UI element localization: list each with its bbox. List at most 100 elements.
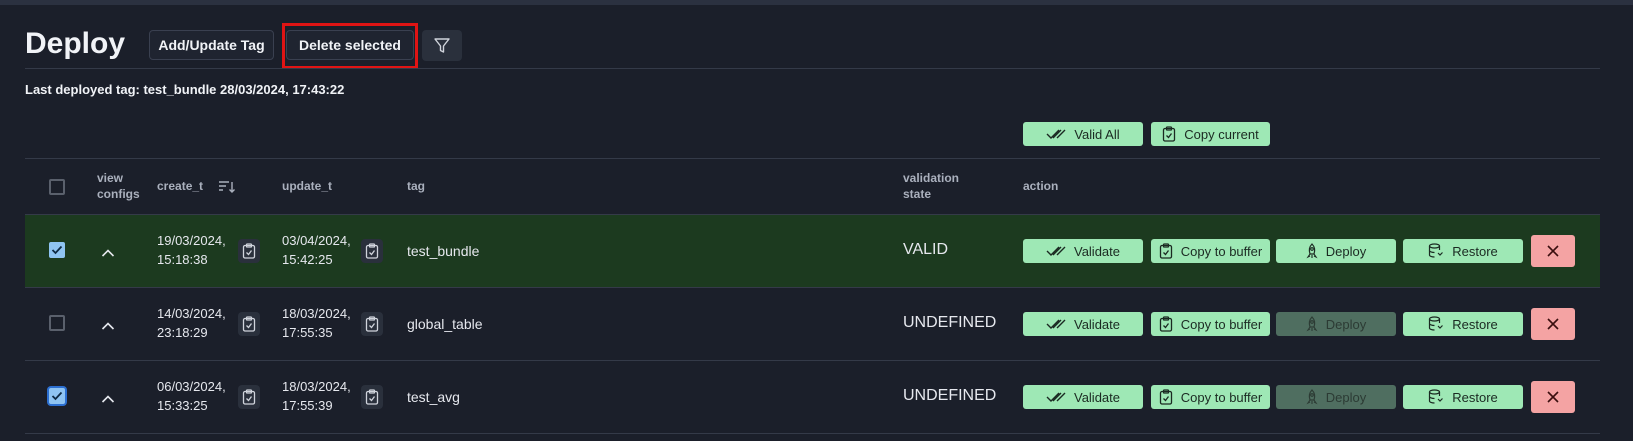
tag-name: test_avg [407,389,460,405]
double-check-icon [1046,319,1066,329]
column-validation-state-line2: state [903,187,932,201]
close-icon [1547,391,1559,403]
column-view-configs-line1: view [97,171,124,185]
copy-current-button[interactable]: Copy current [1151,122,1270,146]
delete-row-button[interactable] [1531,381,1575,413]
table-row: 06/03/2024, 15:33:25 18/03/2024, 17:55:39 te… [25,361,1600,434]
view-configs-toggle[interactable] [101,245,115,257]
toolbar-divider [25,158,1600,159]
delete-row-button[interactable] [1531,235,1575,267]
restore-button[interactable]: Restore [1403,312,1523,336]
copy-to-buffer-button[interactable]: Copy to buffer [1151,239,1270,263]
check-icon [51,391,63,401]
restore-label: Restore [1452,243,1498,259]
chevron-up-icon [101,249,115,257]
database-restore-icon [1429,243,1444,258]
row-checkbox[interactable] [49,388,65,404]
copy-create-time-button[interactable] [238,385,260,409]
restore-button[interactable]: Restore [1403,239,1523,263]
clipboard-icon [242,389,256,405]
rocket-icon [1306,243,1318,259]
validation-state: VALID [903,241,949,258]
copy-to-buffer-label: Copy to buffer [1180,389,1263,405]
clipboard-icon [1159,243,1172,259]
update-date-line: 03/04/2024, [282,233,351,248]
validate-label: Validate [1073,316,1120,332]
clipboard-icon [365,243,379,259]
create-date-line: 19/03/2024, [157,233,226,248]
column-validation-state-line1: validation [903,171,960,185]
copy-create-time-button[interactable] [238,239,260,263]
select-all-checkbox[interactable] [49,179,65,195]
create-time: 19/03/2024, 15:18:38 [157,231,226,269]
column-view-configs: view configs [97,170,140,202]
validate-label: Validate [1073,389,1120,405]
copy-current-label: Copy current [1184,126,1259,142]
rocket-icon [1306,316,1318,332]
update-time-line: 15:42:25 [282,252,333,267]
copy-to-buffer-button[interactable]: Copy to buffer [1151,312,1270,336]
column-create-t[interactable]: create_t [157,178,203,194]
clipboard-icon [365,389,379,405]
update-time: 03/04/2024, 15:42:25 [282,231,351,269]
clipboard-icon [242,243,256,259]
header-divider [25,68,1600,69]
update-time-line: 17:55:39 [282,398,333,413]
deploy-label: Deploy [1325,389,1367,405]
row-checkbox[interactable] [49,315,65,331]
filter-button[interactable] [422,30,462,61]
update-time: 18/03/2024, 17:55:35 [282,304,351,342]
copy-create-time-button[interactable] [238,312,260,336]
create-time: 06/03/2024, 15:33:25 [157,377,226,415]
update-date-line: 18/03/2024, [282,379,351,394]
clipboard-icon [1159,316,1172,332]
add-update-tag-button[interactable]: Add/Update Tag [149,30,274,60]
restore-label: Restore [1452,389,1498,405]
copy-to-buffer-button[interactable]: Copy to buffer [1151,385,1270,409]
database-restore-icon [1429,389,1444,404]
clipboard-icon [1163,126,1176,142]
create-time: 14/03/2024, 23:18:29 [157,304,226,342]
view-configs-toggle[interactable] [101,318,115,330]
tag-name: test_bundle [407,243,480,259]
page-title: Deploy [25,27,126,60]
valid-all-button[interactable]: Valid All [1023,122,1143,146]
create-time-line: 23:18:29 [157,325,208,340]
clipboard-icon [242,316,256,332]
sort-icon[interactable] [218,180,236,194]
close-icon [1547,318,1559,330]
delete-row-button[interactable] [1531,308,1575,340]
database-restore-icon [1429,316,1444,331]
copy-update-time-button[interactable] [361,385,383,409]
filter-icon [434,37,450,53]
double-check-icon [1046,246,1066,256]
validate-label: Validate [1073,243,1120,259]
rocket-icon [1306,389,1318,405]
create-date-line: 06/03/2024, [157,379,226,394]
row-checkbox[interactable] [49,242,65,258]
column-view-configs-line2: configs [97,187,140,201]
create-date-line: 14/03/2024, [157,306,226,321]
create-time-line: 15:18:38 [157,252,208,267]
update-date-line: 18/03/2024, [282,306,351,321]
validate-button[interactable]: Validate [1023,239,1143,263]
copy-update-time-button[interactable] [361,312,383,336]
copy-update-time-button[interactable] [361,239,383,263]
deploy-label: Deploy [1325,316,1367,332]
deploy-button: Deploy [1276,312,1396,336]
double-check-icon [1046,129,1066,139]
view-configs-toggle[interactable] [101,391,115,403]
validate-button[interactable]: Validate [1023,312,1143,336]
column-validation-state: validation state [903,170,959,202]
deploy-button: Deploy [1276,385,1396,409]
chevron-up-icon [101,395,115,403]
deploy-button[interactable]: Deploy [1276,239,1396,263]
close-icon [1547,245,1559,257]
validation-state: UNDEFINED [903,314,997,331]
validate-button[interactable]: Validate [1023,385,1143,409]
restore-button[interactable]: Restore [1403,385,1523,409]
restore-label: Restore [1452,316,1498,332]
column-action: action [1023,179,1059,193]
table-row: 19/03/2024, 15:18:38 03/04/2024, 15:42:25 te… [25,215,1600,288]
clipboard-icon [365,316,379,332]
